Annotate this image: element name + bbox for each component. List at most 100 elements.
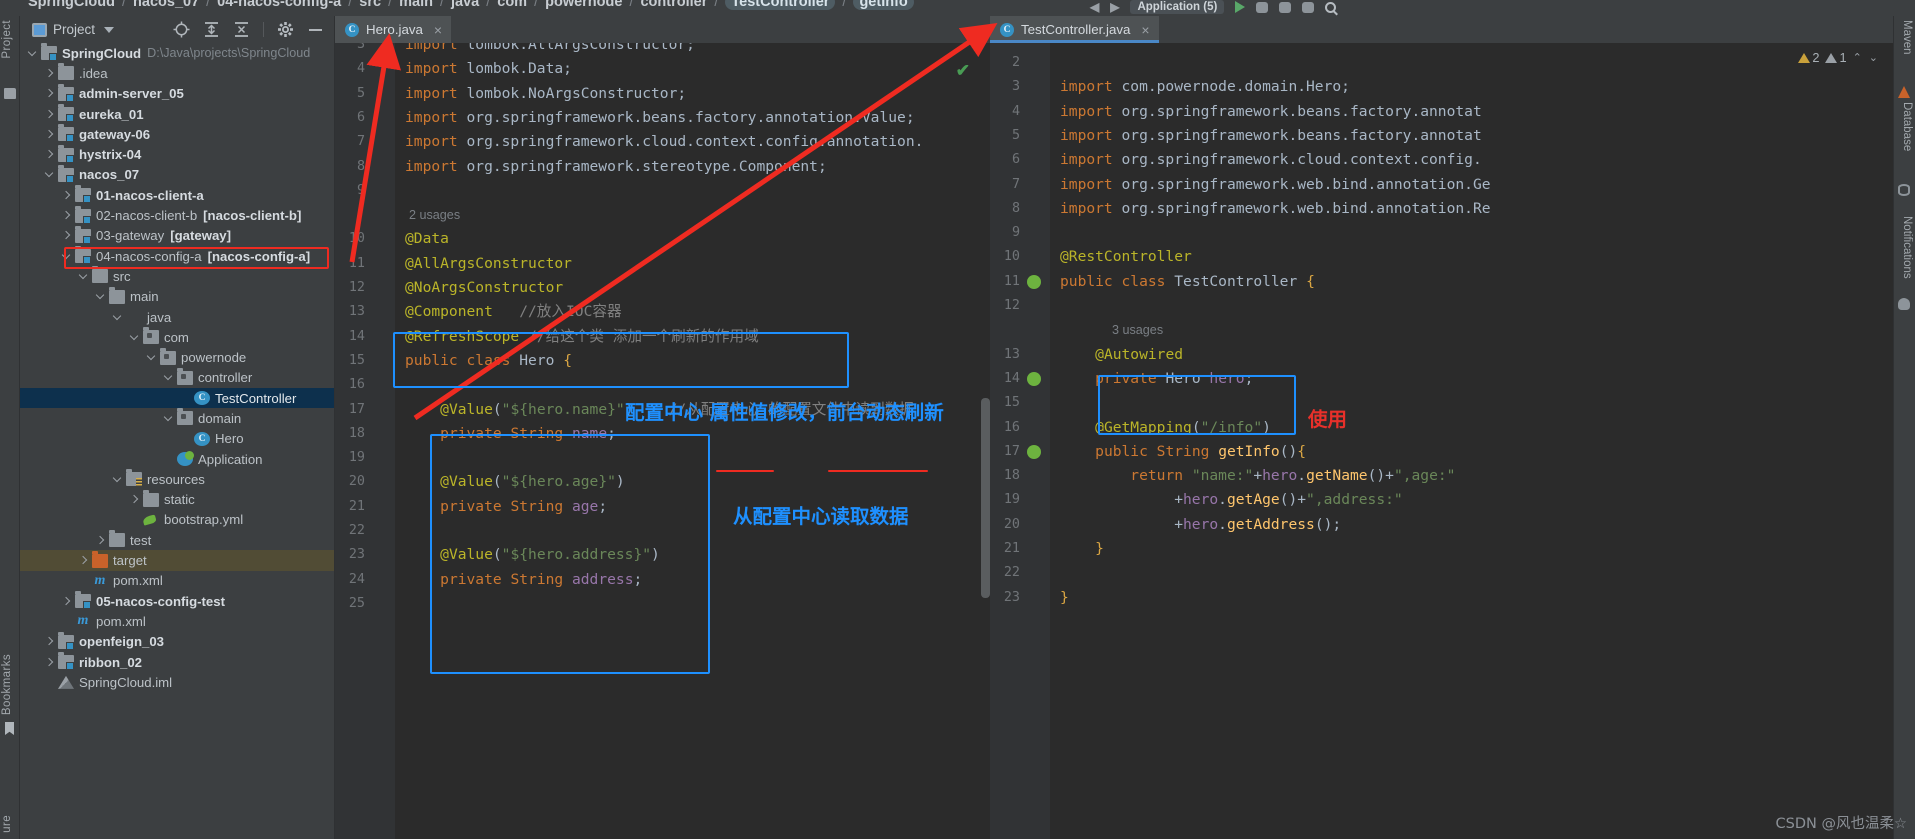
code-line[interactable]: private Hero hero; bbox=[1060, 367, 1253, 391]
chevron-right-icon[interactable] bbox=[45, 657, 56, 668]
chevron-right-icon[interactable] bbox=[62, 210, 73, 221]
chevron-up-icon[interactable]: ⌃ bbox=[1853, 51, 1863, 64]
tab-testcontroller-java[interactable]: C TestController.java × bbox=[990, 16, 1159, 43]
tree-item-domain[interactable]: domain bbox=[20, 408, 334, 428]
tree-item-target[interactable]: target bbox=[20, 550, 334, 571]
chevron-right-icon[interactable] bbox=[79, 555, 90, 566]
code-line[interactable]: public String getInfo(){ bbox=[1060, 440, 1306, 464]
tree-item-nacos-07[interactable]: nacos_07 bbox=[20, 164, 334, 185]
chevron-down-icon[interactable] bbox=[104, 26, 115, 33]
chevron-down-icon[interactable] bbox=[113, 474, 124, 485]
code-line[interactable]: import org.springframework.beans.factory… bbox=[405, 106, 915, 130]
minimize-icon[interactable] bbox=[307, 21, 324, 38]
tool-window-button-bookmarks[interactable]: Bookmarks bbox=[1, 654, 19, 715]
chevron-right-icon[interactable] bbox=[62, 596, 73, 607]
chevron-down-icon[interactable] bbox=[130, 332, 141, 343]
code-line[interactable]: import org.springframework.cloud.context… bbox=[1060, 148, 1482, 172]
tree-item-hero[interactable]: Hero bbox=[20, 429, 334, 449]
tree-item-controller[interactable]: controller bbox=[20, 367, 334, 388]
tree-item-pom-xml[interactable]: pom.xml bbox=[20, 611, 334, 631]
collapse-all-icon[interactable] bbox=[233, 21, 250, 38]
breadcrumb-current-class[interactable]: TestController bbox=[725, 0, 836, 10]
code-line[interactable]: import lombok.AllArgsConstructor; bbox=[405, 43, 695, 57]
database-icon[interactable] bbox=[1898, 184, 1910, 196]
chevron-right-icon[interactable] bbox=[45, 149, 56, 160]
tree-item-ribbon-02[interactable]: ribbon_02 bbox=[20, 652, 334, 672]
breadcrumb[interactable]: SpringCloud / nacos_07 / 04-nacos-config-a / s… bbox=[0, 0, 1915, 16]
expand-all-icon[interactable] bbox=[203, 21, 220, 38]
tree-item-main[interactable]: main bbox=[20, 286, 334, 307]
tree-item-hystrix-04[interactable]: hystrix-04 bbox=[20, 144, 334, 164]
code-line[interactable]: private String name; bbox=[405, 422, 616, 446]
coverage-icon[interactable] bbox=[1302, 1, 1315, 13]
code-line[interactable]: @Data bbox=[405, 227, 449, 251]
code-line[interactable]: @NoArgsConstructor bbox=[405, 276, 563, 300]
code-line[interactable]: @AllArgsConstructor bbox=[405, 252, 572, 276]
tool-window-button-database[interactable]: Database bbox=[1895, 102, 1913, 151]
chevron-down-icon[interactable] bbox=[147, 352, 158, 363]
breadcrumb-item[interactable]: src bbox=[359, 0, 381, 10]
tree-item-03-gateway[interactable]: 03-gateway [gateway] bbox=[20, 225, 334, 246]
breadcrumb-item[interactable]: SpringCloud bbox=[28, 0, 115, 10]
tree-item-pom-xml[interactable]: pom.xml bbox=[20, 571, 334, 591]
chevron-right-icon[interactable] bbox=[130, 494, 141, 505]
code-line[interactable]: @Value("${hero.address}") bbox=[405, 543, 660, 567]
code-line[interactable]: public class TestController { bbox=[1060, 270, 1315, 294]
stop-icon[interactable] bbox=[1279, 1, 1292, 13]
chevron-right-icon[interactable] bbox=[96, 535, 107, 546]
chevron-down-icon[interactable]: ⌄ bbox=[1869, 51, 1879, 64]
scrollbar-thumb[interactable] bbox=[981, 398, 990, 598]
tree-item-com[interactable]: com bbox=[20, 327, 334, 347]
chevron-down-icon[interactable] bbox=[79, 271, 90, 282]
tree-item-resources[interactable]: resources bbox=[20, 469, 334, 489]
tree-item-application[interactable]: Application bbox=[20, 449, 334, 469]
close-icon[interactable]: × bbox=[1141, 22, 1149, 38]
code-line[interactable]: import lombok.NoArgsConstructor; bbox=[405, 82, 686, 106]
tool-window-button-project[interactable]: Project bbox=[1, 20, 19, 59]
tree-item-testcontroller[interactable]: TestController bbox=[20, 388, 334, 409]
breadcrumb-item[interactable]: controller bbox=[640, 0, 707, 10]
code-line[interactable]: +hero.getAddress(); bbox=[1060, 513, 1341, 537]
code-line[interactable]: } bbox=[1060, 537, 1104, 561]
weak-warning-count[interactable]: 1 bbox=[1825, 50, 1847, 65]
project-tree[interactable]: SpringCloud D:\Java\projects\SpringCloud.… bbox=[20, 43, 334, 839]
gear-icon[interactable] bbox=[277, 21, 294, 38]
run-configuration-selector[interactable]: Application (5) bbox=[1130, 0, 1225, 14]
code-line[interactable]: @Component //放入IOC容器 bbox=[405, 300, 622, 324]
chevron-down-icon[interactable] bbox=[45, 169, 56, 180]
code-line[interactable]: import com.powernode.domain.Hero; bbox=[1060, 75, 1350, 99]
tree-item-bootstrap-yml[interactable]: bootstrap.yml bbox=[20, 510, 334, 530]
code-line[interactable]: @Autowired bbox=[1060, 343, 1183, 367]
folder-icon[interactable] bbox=[4, 88, 16, 99]
chevron-right-icon[interactable] bbox=[45, 636, 56, 647]
usages-hint[interactable]: 3 usages bbox=[1112, 318, 1163, 342]
tree-item-eureka-01[interactable]: eureka_01 bbox=[20, 104, 334, 124]
nav-back-icon[interactable]: ◀ bbox=[1090, 0, 1099, 14]
tab-hero-java[interactable]: C Hero.java × bbox=[335, 16, 452, 43]
search-icon[interactable] bbox=[1325, 1, 1337, 13]
locate-icon[interactable] bbox=[173, 21, 190, 38]
chevron-right-icon[interactable] bbox=[45, 88, 56, 99]
tree-item-test[interactable]: test bbox=[20, 530, 334, 550]
spring-autowire-icon[interactable] bbox=[1027, 371, 1041, 386]
chevron-down-icon[interactable] bbox=[62, 251, 73, 262]
code-line[interactable]: @RestController bbox=[1060, 245, 1192, 269]
tool-window-button-maven[interactable]: Maven bbox=[1895, 20, 1913, 55]
tree-item-04-nacos-config-a[interactable]: 04-nacos-config-a [nacos-config-a] bbox=[20, 246, 334, 266]
warning-count[interactable]: 2 bbox=[1798, 50, 1819, 65]
code-line[interactable]: +hero.getAge()+",address:" bbox=[1060, 488, 1402, 512]
tree-item-java[interactable]: java bbox=[20, 307, 334, 327]
tree-item-src[interactable]: src bbox=[20, 266, 334, 286]
bell-icon[interactable] bbox=[1898, 298, 1910, 310]
chevron-right-icon[interactable] bbox=[62, 190, 73, 201]
chevron-right-icon[interactable] bbox=[45, 109, 56, 120]
tree-item-static[interactable]: static bbox=[20, 489, 334, 510]
nav-forward-icon[interactable]: ▶ bbox=[1110, 0, 1119, 14]
bookmark-icon[interactable] bbox=[5, 722, 14, 735]
code-line[interactable]: return "name:"+hero.getName()+",age:" bbox=[1060, 464, 1455, 488]
tool-window-button-notifications[interactable]: Notifications bbox=[1895, 216, 1913, 279]
code-line[interactable]: private String address; bbox=[405, 568, 642, 592]
chevron-down-icon[interactable] bbox=[96, 291, 107, 302]
tree-item-openfeign-03[interactable]: openfeign_03 bbox=[20, 631, 334, 652]
code-line[interactable]: import org.springframework.web.bind.anno… bbox=[1060, 173, 1491, 197]
